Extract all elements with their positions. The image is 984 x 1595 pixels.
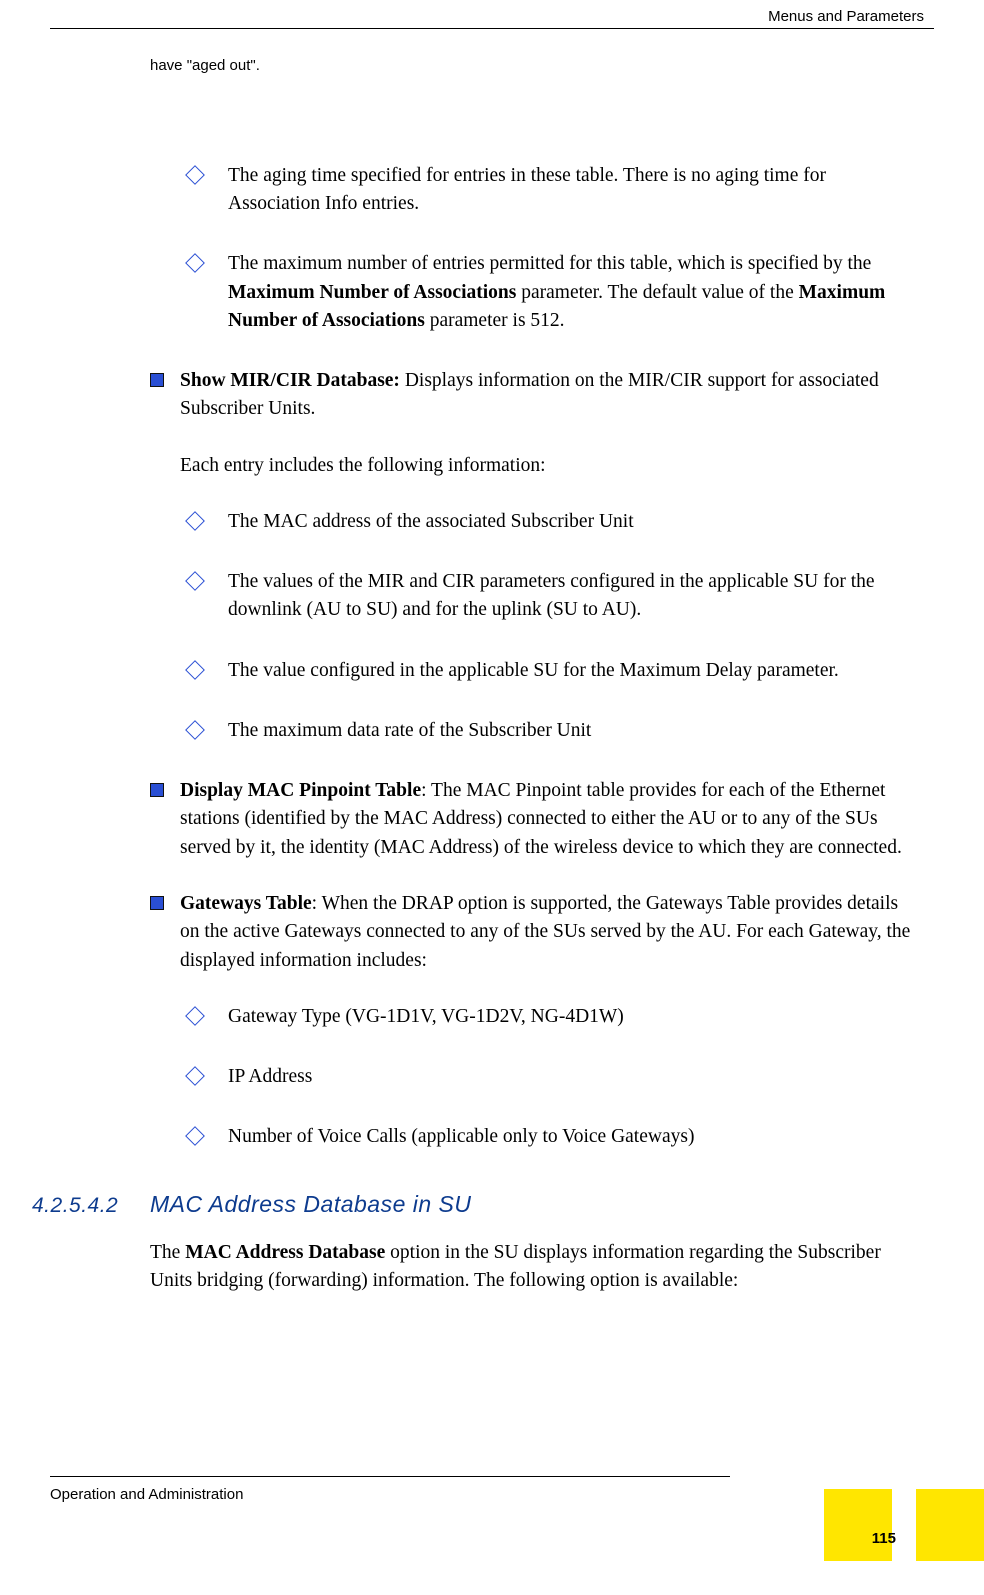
continued-fragment: have "aged out". [150,55,920,77]
section-number: 4.2.5.4.2 [32,1191,150,1221]
diamond-list-2: The MAC address of the associated Subscr… [150,508,920,745]
section-paragraph: The MAC Address Database option in the S… [150,1239,920,1296]
page-number: 115 [872,1530,896,1547]
list-item: Number of Voice Calls (applicable only t… [174,1123,920,1151]
list-item: The value configured in the applicable S… [174,657,920,685]
list-item: The aging time specified for entries in … [174,162,920,219]
body-column: have "aged out". The aging time specifie… [150,55,920,1306]
section-heading: 4.2.5.4.2 MAC Address Database in SU [32,1188,920,1221]
text: The maximum number of entries permitted … [228,253,871,274]
section-title: MAC Address Database in SU [150,1188,472,1221]
diamond-list-1: The aging time specified for entries in … [150,162,920,335]
item-title: Display MAC Pinpoint Table [180,780,421,801]
square-item-mac-pinpoint: Display MAC Pinpoint Table: The MAC Pinp… [150,777,920,862]
text: parameter is 512. [425,310,565,331]
item-title: Show MIR/CIR Database: [180,370,400,391]
list-item: The MAC address of the associated Subscr… [174,508,920,536]
page: Menus and Parameters have "aged out". Th… [0,0,984,1595]
text: The [150,1242,185,1263]
footer-doc-title: Operation and Administration [50,1486,243,1503]
square-item-gateways: Gateways Table: When the DRAP option is … [150,890,920,975]
page-accent-gap [892,1489,916,1561]
list-item: The maximum number of entries permitted … [174,250,920,335]
bold-text: MAC Address Database [185,1242,385,1263]
list-item: Gateway Type (VG-1D1V, VG-1D2V, NG-4D1W) [174,1003,920,1031]
list-item: The maximum data rate of the Subscriber … [174,717,920,745]
item-title: Gateways Table [180,893,312,914]
header-rule [50,28,934,29]
bold-text: Maximum Number of Associations [228,282,516,303]
list-item: IP Address [174,1063,920,1091]
footer-rule [50,1476,730,1477]
list-item: The values of the MIR and CIR parameters… [174,568,920,625]
square-item-mir-cir: Show MIR/CIR Database: Displays informat… [150,367,920,424]
diamond-list-3: Gateway Type (VG-1D1V, VG-1D2V, NG-4D1W)… [150,1003,920,1152]
text: parameter. The default value of the [516,282,798,303]
sub-intro-text: Each entry includes the following inform… [180,452,920,480]
header-section-title: Menus and Parameters [768,8,924,25]
